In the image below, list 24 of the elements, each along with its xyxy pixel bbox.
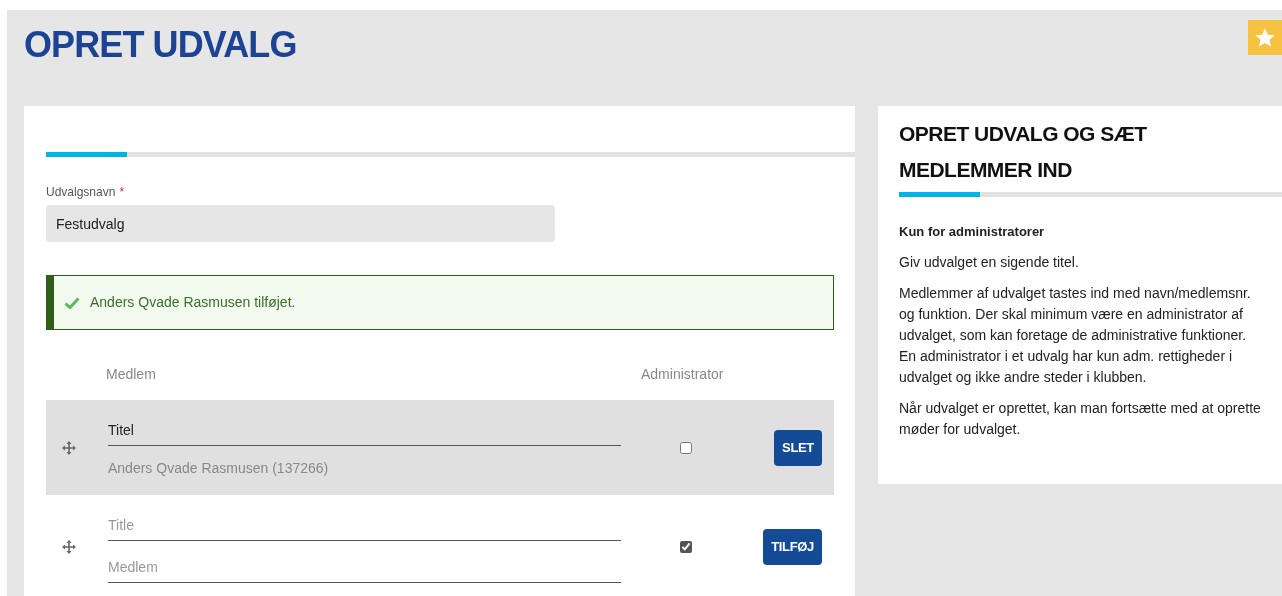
title-field[interactable]: Title	[108, 511, 621, 541]
star-icon	[1254, 26, 1276, 49]
column-header: Medlem	[106, 365, 157, 384]
member-name: Anders Qvade Rasmusen (137266)	[108, 459, 330, 478]
title-field[interactable]: Titel	[108, 416, 621, 446]
check-icon	[64, 296, 80, 309]
move-icon[interactable]	[62, 440, 76, 455]
field-label: Udvalgsnavn	[46, 184, 116, 201]
page-title: OPRET UDVALG	[24, 23, 297, 67]
help-paragraph: Giv udvalget en sigende titel.	[899, 253, 1080, 272]
delete-button[interactable]: SLET	[774, 429, 822, 466]
admin-checkbox[interactable]	[680, 441, 692, 454]
admin-checkbox[interactable]	[680, 541, 692, 553]
committee-name-field[interactable]: Festudvalg	[46, 205, 555, 242]
alert-message: Anders Qvade Rasmusen tilføjet.	[90, 293, 296, 312]
help-paragraph: Medlemmer af udvalget tastes ind med navn/medlemsnr. og funktion. Der skal minimum være en administrator af udvalget, som kan foretage de administrative funktioner. En administrator i et udvalg har kun adm. rettigheder i udvalget og ikke andre steder i klubben.	[899, 284, 1252, 387]
help-title: OPRET UDVALG OG SÆT MEDLEMMER IND	[899, 121, 1148, 183]
member-field[interactable]: Medlem	[108, 553, 621, 583]
help-subtitle: Kun for administratorer	[899, 223, 1046, 241]
help-paragraph: Når udvalget er oprettet, kan man fortsætte med at oprette møder for udvalget.	[899, 399, 1262, 439]
add-button[interactable]: TILFØJ	[763, 529, 822, 565]
column-header: Administrator	[641, 365, 724, 384]
required-mark: *	[119, 184, 125, 201]
move-icon[interactable]	[62, 540, 76, 554]
